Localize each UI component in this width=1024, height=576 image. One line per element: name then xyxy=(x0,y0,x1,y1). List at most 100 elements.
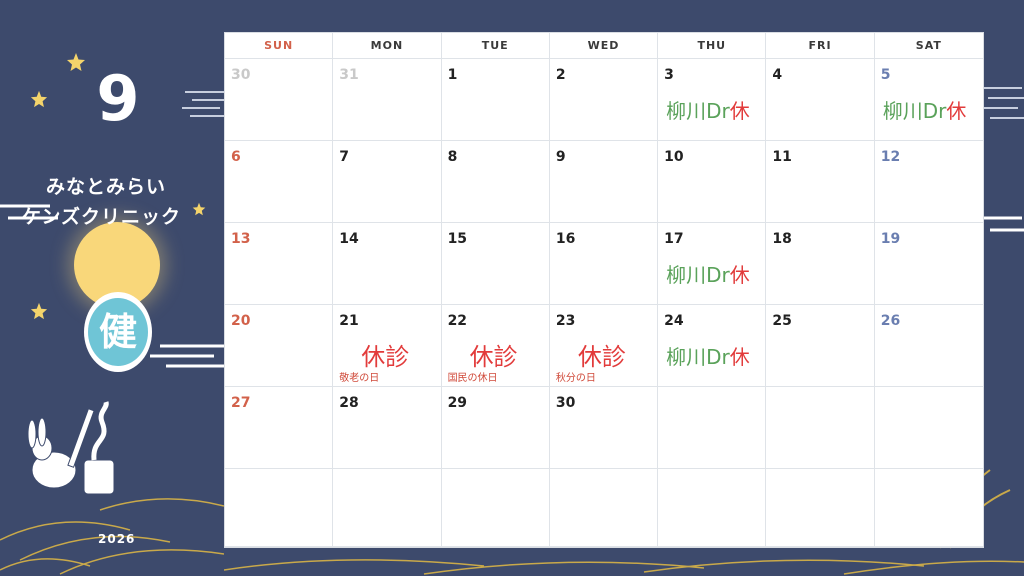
day-number: 5 xyxy=(880,67,891,83)
day-cell: 14 xyxy=(333,223,442,305)
clinic-name-line2: ケンズクリニック xyxy=(22,206,182,228)
day-number: 19 xyxy=(880,231,901,247)
clinic-logo-char: 健 xyxy=(88,298,148,366)
clinic-closed-label: 休診 xyxy=(577,343,626,371)
day-cell: 31 xyxy=(333,59,442,141)
day-cell: 5 柳川Dr休 xyxy=(874,59,983,141)
day-number: 22 xyxy=(447,313,468,329)
day-number: 17 xyxy=(664,231,684,247)
day-number: 9 xyxy=(555,149,566,165)
day-number: 30 xyxy=(555,395,576,411)
day-number: 13 xyxy=(231,231,251,247)
day-number: 31 xyxy=(339,67,359,83)
weekday-header-sat: SAT xyxy=(874,33,983,59)
day-cell: 24 柳川Dr休 xyxy=(658,305,767,387)
day-cell: 21 休診 敬老の日 xyxy=(333,305,442,387)
day-number: 7 xyxy=(339,149,350,165)
day-number: 27 xyxy=(231,395,251,411)
day-cell: 9 xyxy=(549,141,659,223)
weekday-header-sun: SUN xyxy=(225,33,334,59)
month-number: 9 xyxy=(96,62,140,135)
day-cell: 18 xyxy=(766,223,875,305)
doctor-name-label: 柳川Dr xyxy=(666,263,730,287)
doctor-off-note: 柳川Dr休 xyxy=(883,95,967,124)
clinic-closed-label: 休診 xyxy=(361,343,410,371)
star-decoration-icon xyxy=(192,202,206,216)
day-number: 28 xyxy=(339,395,359,411)
day-cell: 15 xyxy=(441,223,550,305)
day-number: 23 xyxy=(555,313,576,329)
doctor-name-label: 柳川Dr xyxy=(882,99,947,123)
weekday-header-fri: FRI xyxy=(766,33,875,59)
holiday-name: 秋分の日 xyxy=(555,373,596,384)
day-cell xyxy=(333,469,442,547)
weekday-header-tue: TUE xyxy=(441,33,550,59)
cloud-decoration-icon xyxy=(150,344,224,368)
star-decoration-icon xyxy=(67,53,85,71)
day-off-mark: 休 xyxy=(729,345,750,369)
day-cell xyxy=(658,469,767,547)
day-cell: 29 xyxy=(441,387,550,469)
day-number: 20 xyxy=(231,313,251,329)
day-cell: 8 xyxy=(441,141,550,223)
weekday-header-thu: THU xyxy=(658,33,767,59)
day-cell: 19 xyxy=(874,223,983,305)
day-number: 15 xyxy=(447,231,468,247)
day-cell: 10 xyxy=(658,141,767,223)
day-cell: 30 xyxy=(225,59,334,141)
doctor-off-note: 柳川Dr休 xyxy=(666,259,750,288)
doctor-name-label: 柳川Dr xyxy=(666,99,730,123)
year-label: 2026 xyxy=(98,532,136,546)
day-cell: 20 xyxy=(225,305,334,387)
day-cell: 4 xyxy=(766,59,875,141)
day-off-mark: 休 xyxy=(729,99,750,123)
doctor-name-label: 柳川Dr xyxy=(666,345,730,369)
day-number: 1 xyxy=(447,67,458,83)
day-number: 2 xyxy=(555,67,566,83)
doctor-off-note: 柳川Dr休 xyxy=(666,341,750,370)
cloud-decoration-icon xyxy=(982,87,1024,119)
day-cell: 7 xyxy=(333,141,442,223)
day-off-mark: 休 xyxy=(729,263,750,287)
day-cell: 16 xyxy=(549,223,659,305)
grass-decoration-icon xyxy=(224,559,1024,575)
holiday-name: 国民の休日 xyxy=(447,373,498,384)
grass-decoration-icon xyxy=(0,498,224,575)
day-number: 29 xyxy=(447,395,468,411)
clinic-logo-badge: 健 xyxy=(84,292,152,372)
day-number: 11 xyxy=(772,149,792,165)
day-number: 8 xyxy=(447,149,458,165)
calendar-grid: SUN MON TUE WED THU FRI SAT 30 31 1 2 3 柳川Dr休 4 5 柳川Dr休… xyxy=(224,32,984,548)
day-cell: 23 休診秋分の日 xyxy=(549,305,659,387)
day-number: 26 xyxy=(880,313,901,329)
day-cell: 1 xyxy=(441,59,550,141)
day-cell: 25 xyxy=(766,305,875,387)
day-number: 16 xyxy=(555,231,576,247)
day-cell: 30 xyxy=(549,387,659,469)
day-number: 18 xyxy=(772,231,792,247)
day-cell xyxy=(549,469,659,547)
day-cell xyxy=(766,469,875,547)
day-number: 24 xyxy=(664,313,684,329)
star-decoration-icon xyxy=(30,302,48,320)
day-number: 30 xyxy=(231,67,251,83)
weekday-header-wed: WED xyxy=(549,33,659,59)
day-cell: 13 xyxy=(225,223,334,305)
day-cell xyxy=(766,387,875,469)
cloud-decoration-icon xyxy=(984,216,1024,232)
day-cell: 27 xyxy=(225,387,334,469)
day-number: 12 xyxy=(880,149,901,165)
day-cell: 2 xyxy=(549,59,659,141)
day-number: 25 xyxy=(772,313,792,329)
day-cell xyxy=(225,469,334,547)
day-number: 10 xyxy=(664,149,684,165)
day-cell: 22 休診 国民の休日 xyxy=(441,305,550,387)
day-cell: 28 xyxy=(333,387,442,469)
day-cell xyxy=(658,387,767,469)
clinic-name-line1: みなとみらい xyxy=(46,176,167,198)
doctor-off-note: 柳川Dr休 xyxy=(666,95,750,124)
day-cell: 12 xyxy=(874,141,983,223)
day-cell: 17 柳川Dr休 xyxy=(658,223,767,305)
day-cell xyxy=(874,469,983,547)
day-cell: 26 xyxy=(874,305,983,387)
